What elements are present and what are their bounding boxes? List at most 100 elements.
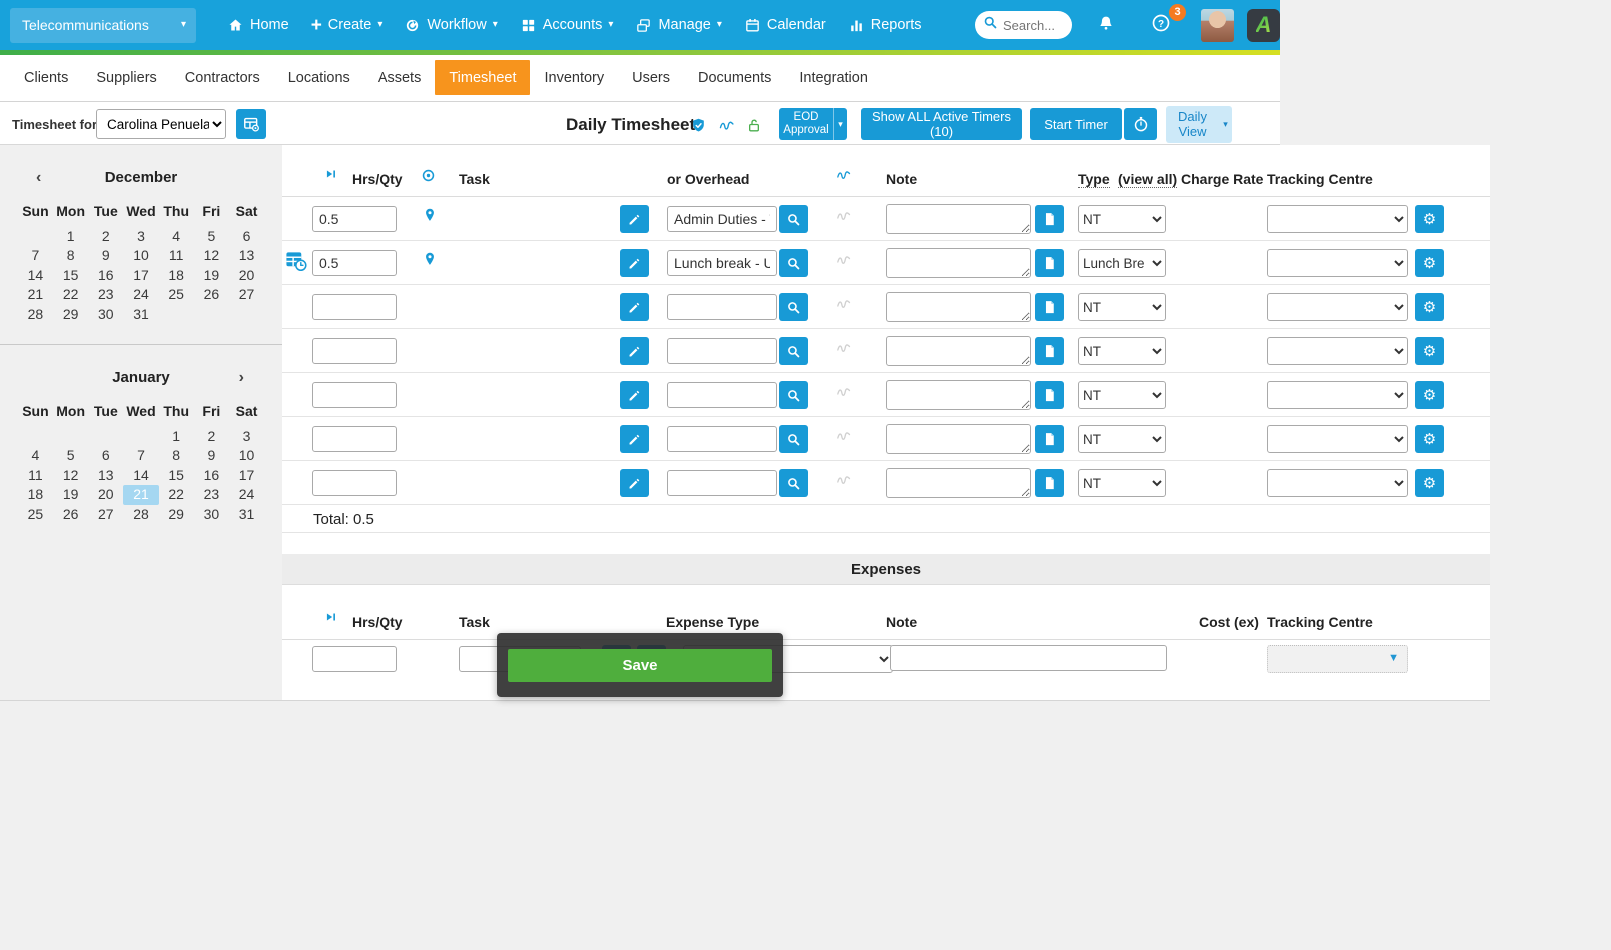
type-select[interactable]: NT — [1078, 425, 1166, 453]
user-avatar[interactable] — [1201, 8, 1234, 42]
row-settings-button[interactable]: ⚙ — [1415, 293, 1444, 321]
nav-item-clients[interactable]: Clients — [10, 55, 82, 101]
calendar-day-26[interactable]: 26 — [194, 285, 229, 304]
calendar-day-30[interactable]: 30 — [194, 505, 229, 524]
row-settings-button[interactable]: ⚙ — [1415, 205, 1444, 233]
edit-task-button[interactable] — [620, 381, 649, 409]
nav-item-users[interactable]: Users — [618, 55, 684, 101]
hrs-qty-input[interactable] — [312, 338, 397, 364]
calendar-day-2[interactable]: 2 — [194, 427, 229, 446]
calendar-day-26[interactable]: 26 — [53, 505, 88, 524]
tracking-centre-select[interactable] — [1267, 469, 1408, 497]
tracking-centre-select[interactable] — [1267, 293, 1408, 321]
type-select[interactable]: NT — [1078, 469, 1166, 497]
calendar-next-button[interactable]: › — [239, 363, 244, 393]
edit-task-button[interactable] — [620, 425, 649, 453]
calendar-day-13[interactable]: 13 — [229, 246, 264, 265]
calendar-day-30[interactable]: 30 — [88, 305, 123, 324]
tracking-centre-select[interactable] — [1267, 249, 1408, 277]
row-settings-button[interactable]: ⚙ — [1415, 249, 1444, 277]
calendar-day-23[interactable]: 23 — [88, 285, 123, 304]
calendar-day-24[interactable]: 24 — [229, 485, 264, 504]
note-textarea[interactable] — [886, 336, 1031, 366]
edit-task-button[interactable] — [620, 205, 649, 233]
calendar-day-18[interactable]: 18 — [18, 485, 53, 504]
calendar-day-5[interactable]: 5 — [194, 227, 229, 246]
top-menu-item-reports[interactable]: Reports — [848, 17, 922, 34]
nav-item-assets[interactable]: Assets — [364, 55, 436, 101]
signature-icon[interactable] — [834, 167, 853, 186]
type-select[interactable]: Lunch Bre — [1078, 249, 1166, 277]
nav-item-inventory[interactable]: Inventory — [530, 55, 618, 101]
note-doc-button[interactable] — [1035, 381, 1064, 409]
search-task-button[interactable] — [779, 469, 808, 497]
note-doc-button[interactable] — [1035, 249, 1064, 277]
note-textarea[interactable] — [886, 468, 1031, 498]
calendar-day-2[interactable]: 2 — [88, 227, 123, 246]
skip-to-end-icon[interactable] — [324, 610, 338, 627]
calendar-day-28[interactable]: 28 — [18, 305, 53, 324]
calendar-day-13[interactable]: 13 — [88, 466, 123, 485]
hrs-qty-input[interactable] — [312, 470, 397, 496]
calendar-day-11[interactable]: 11 — [18, 466, 53, 485]
hrs-qty-input[interactable] — [312, 250, 397, 276]
org-selector[interactable]: Telecommunications ▾ — [10, 7, 196, 43]
search-box[interactable] — [975, 11, 1072, 39]
calendar-day-25[interactable]: 25 — [18, 505, 53, 524]
calendar-day-3[interactable]: 3 — [123, 227, 158, 246]
row-settings-button[interactable]: ⚙ — [1415, 381, 1444, 409]
calendar-day-31[interactable]: 31 — [123, 305, 158, 324]
calendar-day-3[interactable]: 3 — [229, 427, 264, 446]
calendar-day-19[interactable]: 19 — [53, 485, 88, 504]
nav-item-integration[interactable]: Integration — [785, 55, 882, 101]
note-doc-button[interactable] — [1035, 293, 1064, 321]
calendar-day-22[interactable]: 22 — [53, 285, 88, 304]
calendar-day-22[interactable]: 22 — [159, 485, 194, 504]
task-overhead-input[interactable] — [667, 382, 777, 408]
row-settings-button[interactable]: ⚙ — [1415, 337, 1444, 365]
edit-task-button[interactable] — [620, 469, 649, 497]
task-overhead-input[interactable] — [667, 294, 777, 320]
help-button[interactable]: ? 3 — [1151, 3, 1186, 38]
calendar-day-1[interactable]: 1 — [159, 427, 194, 446]
task-overhead-input[interactable] — [667, 338, 777, 364]
timesheet-user-select[interactable]: Carolina Penuela — [96, 109, 226, 139]
expense-hrs-input[interactable] — [312, 646, 397, 672]
note-textarea[interactable] — [886, 424, 1031, 454]
calendar-day-9[interactable]: 9 — [88, 246, 123, 265]
note-doc-button[interactable] — [1035, 469, 1064, 497]
calendar-day-5[interactable]: 5 — [53, 446, 88, 465]
calendar-day-19[interactable]: 19 — [194, 266, 229, 285]
calendar-day-31[interactable]: 31 — [229, 505, 264, 524]
type-select[interactable]: NT — [1078, 381, 1166, 409]
calendar-day-11[interactable]: 11 — [159, 246, 194, 265]
tracking-centre-select[interactable] — [1267, 337, 1408, 365]
search-task-button[interactable] — [779, 381, 808, 409]
skip-to-end-icon[interactable] — [324, 167, 338, 184]
top-menu-item-manage[interactable]: Manage ▾ — [635, 17, 722, 34]
note-doc-button[interactable] — [1035, 205, 1064, 233]
header-type[interactable]: Type — [1078, 171, 1110, 188]
task-overhead-input[interactable] — [667, 250, 777, 276]
search-task-button[interactable] — [779, 249, 808, 277]
header-view-all[interactable]: (view all) — [1118, 171, 1178, 188]
calendar-day-29[interactable]: 29 — [53, 305, 88, 324]
calendar-day-4[interactable]: 4 — [18, 446, 53, 465]
search-task-button[interactable] — [779, 293, 808, 321]
calendar-day-20[interactable]: 20 — [229, 266, 264, 285]
note-textarea[interactable] — [886, 248, 1031, 278]
note-textarea[interactable] — [886, 380, 1031, 410]
calendar-day-25[interactable]: 25 — [159, 285, 194, 304]
search-task-button[interactable] — [779, 205, 808, 233]
row-settings-button[interactable]: ⚙ — [1415, 425, 1444, 453]
edit-task-button[interactable] — [620, 293, 649, 321]
calendar-day-17[interactable]: 17 — [229, 466, 264, 485]
calendar-day-10[interactable]: 10 — [229, 446, 264, 465]
calendar-day-9[interactable]: 9 — [194, 446, 229, 465]
calendar-day-6[interactable]: 6 — [229, 227, 264, 246]
timesheet-settings-button[interactable] — [236, 109, 266, 139]
calendar-day-7[interactable]: 7 — [123, 446, 158, 465]
nav-item-contractors[interactable]: Contractors — [171, 55, 274, 101]
calendar-day-7[interactable]: 7 — [18, 246, 53, 265]
calendar-day-21[interactable]: 21 — [18, 285, 53, 304]
